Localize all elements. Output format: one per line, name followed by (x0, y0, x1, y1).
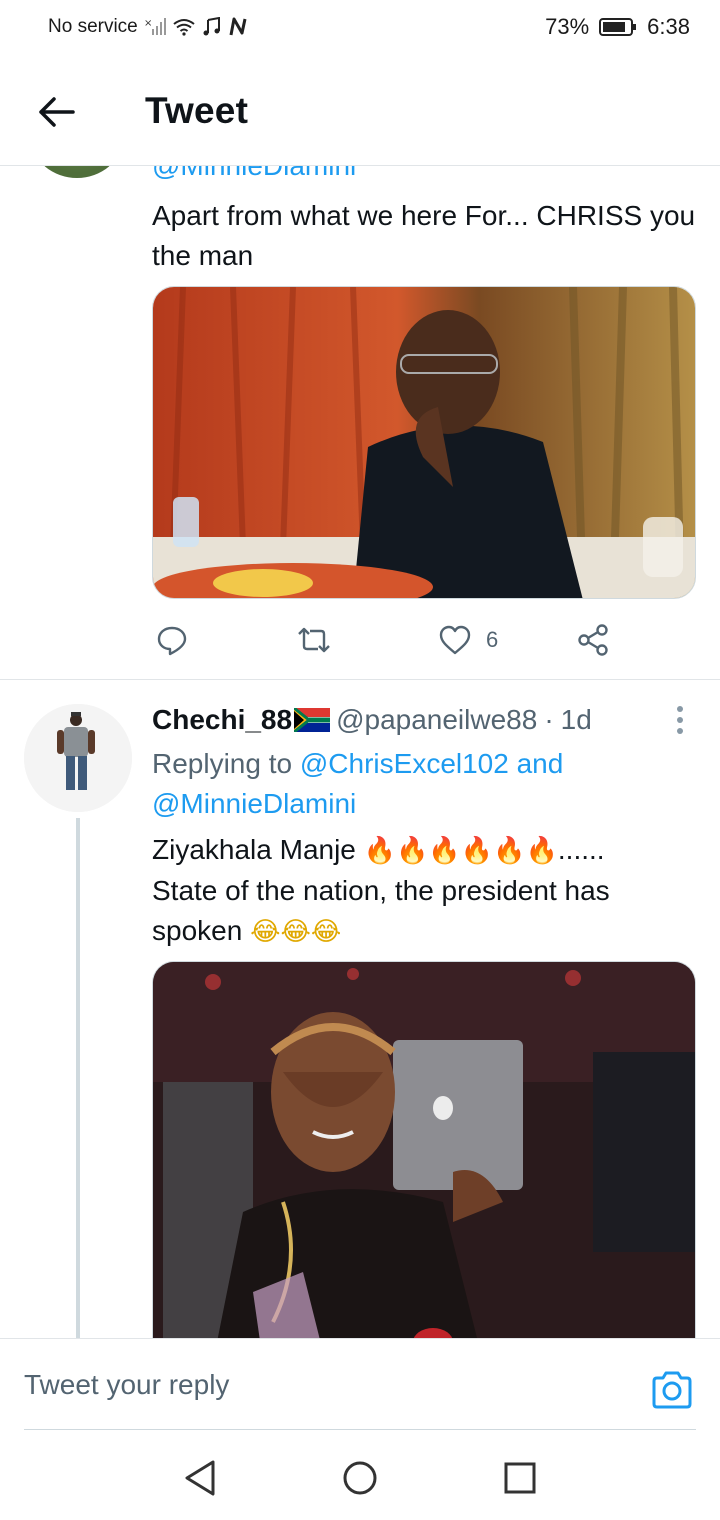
tweet-actions: 6 (152, 616, 672, 664)
separator-dot: · (544, 704, 554, 735)
tweet-text-line: Ziyakhala Manje (152, 834, 356, 865)
more-icon (677, 706, 683, 712)
back-button[interactable] (30, 86, 82, 138)
replying-and: and (516, 748, 564, 779)
tweet-divider (0, 679, 720, 680)
retweet-icon (298, 627, 330, 653)
tweet-image[interactable] (152, 286, 696, 599)
like-icon (439, 625, 471, 655)
battery-percent: 73% (545, 14, 590, 39)
replying-prefix: Replying to (152, 748, 293, 779)
more-options-button[interactable] (660, 700, 700, 740)
reply-composer (0, 1338, 720, 1431)
tweet-text: Apart from what we here For... CHRISS yo… (152, 200, 696, 271)
back-arrow-icon (39, 97, 75, 127)
reply-icon (157, 626, 187, 656)
signal-icon: × (144, 17, 166, 37)
nav-home-button[interactable] (340, 1458, 380, 1498)
laughing-emoji-icon: 😂😂😂 (250, 917, 342, 947)
status-bar: No service × 73% 6:38 (0, 0, 720, 56)
top-app-bar: Tweet (0, 56, 720, 166)
south-africa-flag-icon (294, 708, 331, 732)
camera-icon (652, 1371, 692, 1409)
camera-button[interactable] (650, 1369, 694, 1411)
tweet-text-dots: ...... (557, 834, 605, 865)
mention-link[interactable]: @MinnieDlamini (152, 788, 356, 819)
nfc-n-icon (228, 17, 248, 37)
nav-recents-button[interactable] (500, 1458, 540, 1498)
svg-text:×: × (144, 18, 152, 29)
reply-input[interactable] (24, 1363, 584, 1407)
like-button[interactable]: 6 (438, 616, 498, 664)
retweet-button[interactable] (296, 616, 332, 664)
mention-link[interactable]: @ChrisExcel102 (300, 748, 509, 779)
share-button[interactable] (576, 616, 610, 664)
tweet-author-row: Chechi_88 @papaneilwe88 · 1d (152, 704, 632, 736)
page-title: Tweet (145, 90, 249, 131)
fire-emoji-icon: 🔥🔥🔥🔥🔥🔥 (363, 836, 558, 866)
display-name[interactable]: Chechi_88 (152, 704, 292, 736)
status-left: No service × (48, 16, 248, 38)
nav-home-icon (343, 1461, 377, 1495)
tweet-text-line: State of the nation, the president has (152, 875, 610, 906)
battery-icon (599, 17, 637, 37)
share-icon (578, 624, 608, 656)
wifi-icon (172, 17, 196, 37)
tweet-text-line: spoken (152, 915, 243, 946)
tweet-image[interactable] (152, 961, 696, 1361)
avatar[interactable] (24, 704, 132, 812)
nav-back-button[interactable] (180, 1458, 220, 1498)
carrier-label: No service (48, 16, 138, 37)
reply-button[interactable] (156, 616, 188, 664)
nav-recents-icon (504, 1462, 536, 1494)
clock: 6:38 (647, 14, 690, 39)
tweet-text: Ziyakhala Manje 🔥🔥🔥🔥🔥🔥...... State of th… (152, 830, 702, 952)
status-right: 73% 6:38 (545, 14, 690, 40)
thread-line (76, 818, 80, 1343)
like-count: 6 (486, 627, 499, 652)
replying-to: Replying to @ChrisExcel102 and @MinnieDl… (152, 744, 672, 824)
music-note-icon (202, 17, 222, 37)
system-nav-bar (0, 1430, 720, 1520)
tweet-handle[interactable]: @papaneilwe88 (336, 704, 537, 736)
tweet-age: 1d (560, 704, 592, 735)
nav-back-icon (185, 1460, 215, 1496)
